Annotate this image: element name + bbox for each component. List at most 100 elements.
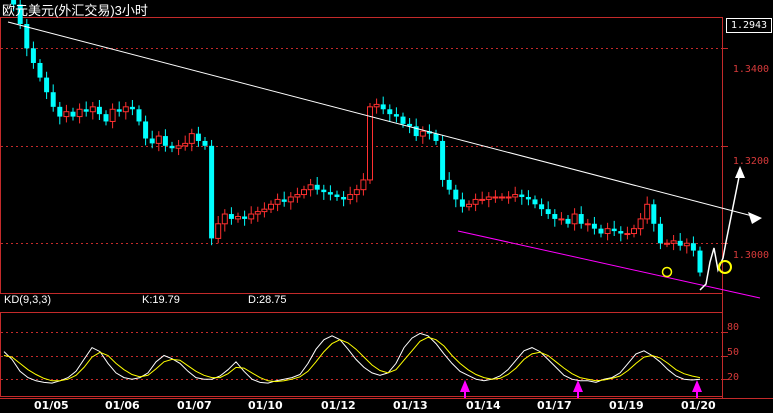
candle-body-down bbox=[618, 231, 624, 234]
candle-body-down bbox=[393, 114, 399, 117]
candle-body-down bbox=[162, 136, 168, 146]
candle-body-down bbox=[136, 109, 142, 122]
candle-body-up bbox=[367, 106, 373, 181]
candle-body-up bbox=[631, 228, 637, 235]
candle-body-up bbox=[248, 213, 255, 220]
candle-body-down bbox=[44, 77, 50, 93]
projection-line bbox=[699, 171, 741, 291]
candle-body-down bbox=[440, 140, 446, 180]
price-tick-label: 1.3400 bbox=[732, 64, 769, 75]
x-tick-label: 01/19 bbox=[609, 399, 644, 412]
candle-body-up bbox=[268, 203, 274, 210]
candle-body-up bbox=[76, 108, 83, 118]
indicator-name: KD(9,3,3) bbox=[4, 294, 52, 306]
candle-body-down bbox=[387, 109, 393, 115]
candle-body-down bbox=[400, 116, 406, 124]
kd-line-k bbox=[3, 332, 701, 384]
candle-body-down bbox=[143, 121, 149, 139]
candle-body-down bbox=[209, 145, 215, 239]
candle-body-down bbox=[578, 214, 584, 224]
candle-body-up bbox=[182, 142, 189, 147]
candle-body-down bbox=[129, 106, 135, 110]
candle-body-down bbox=[30, 48, 36, 63]
candle-body-down bbox=[545, 209, 551, 215]
right-arrow bbox=[748, 212, 762, 224]
candle-body-down bbox=[103, 114, 109, 122]
candle-body-up bbox=[664, 242, 670, 245]
candle-body-up bbox=[175, 145, 182, 149]
kd-tick-label: 20 bbox=[726, 372, 739, 383]
candle-body-up bbox=[492, 196, 499, 199]
candle-body-down bbox=[321, 189, 327, 193]
candle-body-up bbox=[221, 213, 228, 225]
candle-body-down bbox=[327, 192, 333, 195]
candle-body-up bbox=[294, 194, 301, 198]
candle-body-up bbox=[254, 211, 261, 215]
circle-marker bbox=[661, 266, 673, 278]
candle-body-down bbox=[281, 199, 287, 202]
candle-body-up bbox=[274, 198, 281, 205]
candle-body-up bbox=[360, 179, 367, 191]
candle-body-down bbox=[169, 145, 175, 149]
candle-body-up bbox=[512, 194, 519, 198]
x-tick-label: 01/10 bbox=[248, 399, 283, 412]
candle-body-up bbox=[89, 106, 96, 113]
indicator-k-value: K:19.79 bbox=[142, 294, 180, 306]
candle-body-up bbox=[301, 189, 307, 196]
kd-buy-marker bbox=[460, 380, 470, 392]
x-tick-label: 01/07 bbox=[177, 399, 212, 412]
candle-body-up bbox=[287, 196, 294, 203]
candle-body-up bbox=[571, 213, 578, 225]
indicator-d-value: D:28.75 bbox=[248, 294, 287, 306]
chart-title: 欧元美元(外汇交易)3小时 bbox=[2, 3, 148, 18]
candle-body-up bbox=[373, 103, 380, 108]
candle-body-down bbox=[677, 240, 683, 246]
candle-body-down bbox=[57, 106, 63, 117]
price-pane-frame bbox=[0, 17, 723, 294]
x-tick-label: 01/17 bbox=[537, 399, 572, 412]
kd-tick-label: 50 bbox=[726, 347, 739, 358]
candle-body-up bbox=[644, 203, 651, 220]
candle-body-down bbox=[37, 62, 43, 78]
kd-tick-label: 80 bbox=[726, 322, 739, 333]
candle-body-down bbox=[453, 189, 459, 200]
candle-body-up bbox=[307, 184, 314, 191]
circle-marker bbox=[718, 260, 732, 274]
candle-body-down bbox=[314, 184, 320, 190]
candle-body-up bbox=[353, 189, 360, 196]
candle-body-up bbox=[188, 133, 195, 144]
candle-body-down bbox=[116, 109, 122, 112]
candle-body-down bbox=[149, 138, 155, 144]
candle-body-up bbox=[558, 218, 565, 221]
candle-body-down bbox=[459, 199, 465, 207]
candle-body-up bbox=[122, 106, 129, 113]
candle-body-down bbox=[651, 204, 657, 224]
candle-body-down bbox=[657, 223, 663, 244]
lower-trendline bbox=[457, 230, 761, 299]
candle-body-up bbox=[63, 111, 70, 118]
candle-body-down bbox=[525, 196, 531, 200]
candle-body-up bbox=[235, 215, 241, 220]
candle-body-up bbox=[347, 194, 354, 200]
candle-body-down bbox=[195, 133, 201, 141]
candle-body-up bbox=[584, 223, 591, 226]
chart-canvas bbox=[0, 0, 773, 399]
candle-body-down bbox=[341, 196, 347, 200]
x-tick-label: 01/20 bbox=[681, 399, 716, 412]
candle-body-down bbox=[697, 250, 703, 273]
candle-body-down bbox=[519, 194, 525, 197]
x-tick-label: 01/13 bbox=[393, 399, 428, 412]
kd-buy-marker bbox=[573, 380, 583, 392]
candle-body-up bbox=[261, 208, 268, 213]
candle-body-down bbox=[690, 243, 696, 251]
candle-body-down bbox=[446, 179, 452, 190]
candle-body-up bbox=[505, 196, 512, 199]
candle-body-down bbox=[50, 92, 56, 107]
candle-body-down bbox=[228, 214, 234, 219]
candle-body-down bbox=[202, 140, 208, 146]
last-price-box: 1.2943 bbox=[726, 18, 772, 33]
candle-body-down bbox=[552, 214, 558, 219]
candle-body-down bbox=[380, 104, 386, 110]
candle-body-up bbox=[485, 196, 492, 200]
candle-body-up bbox=[479, 198, 486, 201]
